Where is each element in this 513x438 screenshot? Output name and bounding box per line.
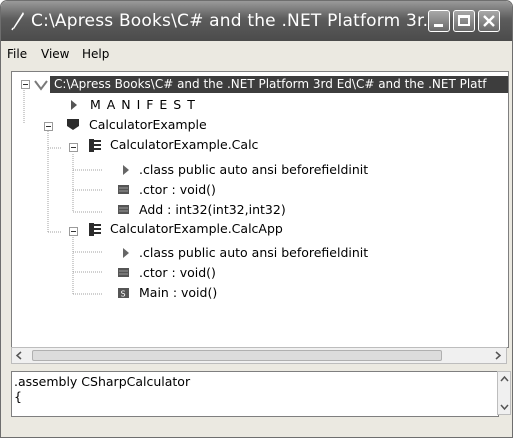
- scroll-up-icon[interactable]: [500, 375, 509, 383]
- static-method-icon: S: [118, 288, 129, 299]
- minimize-button[interactable]: [428, 10, 450, 32]
- tree-calcapp-main[interactable]: Main : void(): [139, 284, 217, 302]
- assembly-root-icon: [34, 80, 48, 91]
- menu-bar: File View Help: [1, 43, 512, 65]
- class-info-arrow-icon: [123, 165, 129, 175]
- tree-manifest[interactable]: M A N I F E S T: [90, 96, 196, 114]
- disassembly-line-2: {: [14, 389, 22, 404]
- class-icon: [89, 223, 101, 236]
- class-icon: [89, 139, 101, 152]
- disassembly-pane[interactable]: .assembly CSharpCalculator {: [11, 371, 499, 417]
- method-icon: [118, 268, 129, 277]
- method-icon: [118, 205, 129, 214]
- close-button[interactable]: [478, 10, 500, 32]
- quill-icon: [11, 12, 24, 31]
- menu-file[interactable]: File: [7, 47, 27, 61]
- method-icon: [118, 185, 129, 194]
- class-info-arrow-icon: [123, 248, 129, 258]
- svg-text:S: S: [121, 290, 126, 299]
- tree-calc-class[interactable]: CalculatorExample.Calc: [110, 136, 258, 154]
- tree-calc-add[interactable]: Add : int32(int32,int32): [139, 201, 286, 219]
- disassembly-line-1: .assembly CSharpCalculator: [14, 374, 191, 389]
- tree-namespace[interactable]: CalculatorExample: [89, 116, 207, 134]
- assembly-tree[interactable]: C:\Apress Books\C# and the .NET Platform…: [11, 71, 509, 348]
- scroll-right-icon[interactable]: [494, 351, 502, 360]
- tree-calc-class-info[interactable]: .class public auto ansi beforefieldinit: [139, 161, 368, 179]
- calcapp-class-expander[interactable]: [69, 227, 78, 236]
- menu-view[interactable]: View: [41, 47, 69, 61]
- tree-calcapp-class-info[interactable]: .class public auto ansi beforefieldinit: [139, 244, 368, 262]
- namespace-expander[interactable]: [44, 122, 53, 131]
- pane-vertical-scrollbar[interactable]: [497, 371, 511, 415]
- tree-calc-ctor[interactable]: .ctor : void(): [139, 181, 216, 199]
- menu-help[interactable]: Help: [82, 47, 109, 61]
- maximize-button[interactable]: [453, 10, 475, 32]
- namespace-shield-icon: [67, 119, 79, 130]
- manifest-arrow-icon: [71, 100, 77, 110]
- ildasm-window: C:\Apress Books\C# and the .NET Platform…: [0, 0, 513, 438]
- maximize-icon: [458, 15, 470, 26]
- close-icon: [483, 15, 495, 27]
- root-expander[interactable]: [21, 80, 30, 89]
- tree-calcapp-ctor[interactable]: .ctor : void(): [139, 264, 216, 282]
- title-bar[interactable]: C:\Apress Books\C# and the .NET Platform…: [1, 1, 512, 41]
- tree-root-label[interactable]: C:\Apress Books\C# and the .NET Platform…: [54, 76, 486, 93]
- scroll-thumb[interactable]: [32, 350, 442, 361]
- scroll-down-icon[interactable]: [500, 403, 509, 411]
- minimize-icon: [434, 24, 443, 27]
- tree-horizontal-scrollbar[interactable]: [11, 347, 507, 364]
- tree-calcapp-class[interactable]: CalculatorExample.CalcApp: [110, 220, 283, 238]
- scroll-left-icon[interactable]: [15, 351, 23, 360]
- calc-class-expander[interactable]: [69, 143, 78, 152]
- window-title: C:\Apress Books\C# and the .NET Platform…: [31, 11, 440, 31]
